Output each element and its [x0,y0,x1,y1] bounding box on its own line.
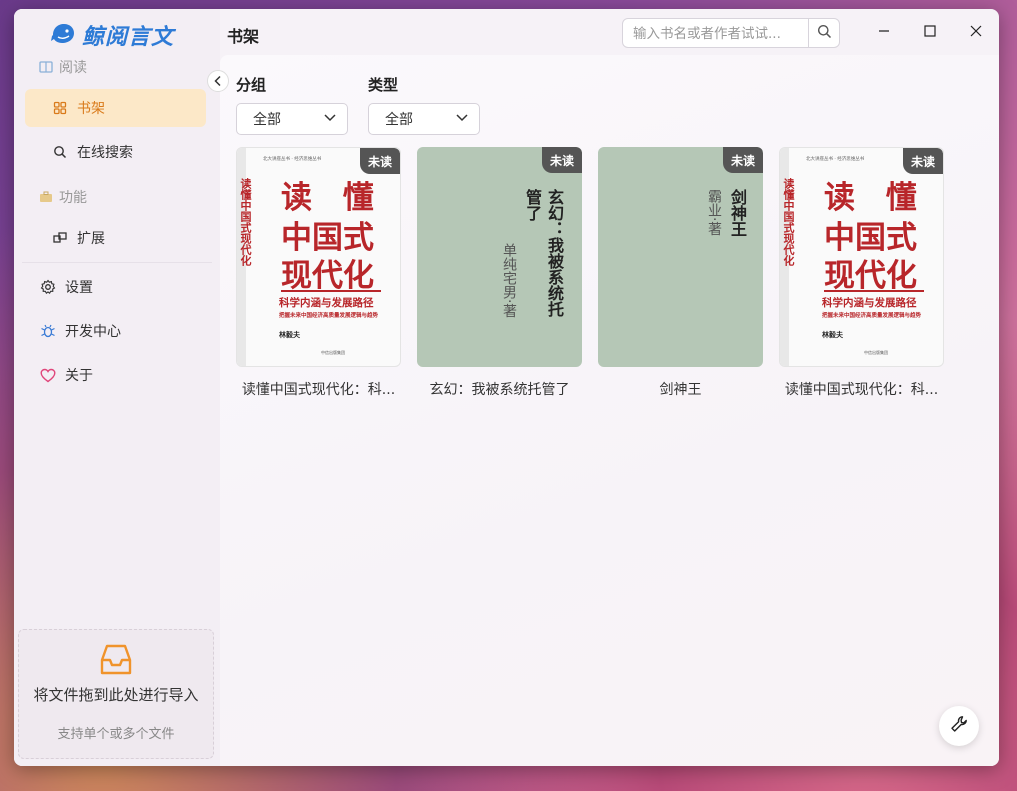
book-cover[interactable]: 读懂中国式现代化 北大讲座丛书 · 经济思维丛书 读 懂 中国式 现代化 科学内… [236,147,401,367]
section-reading: 阅读 [39,57,87,77]
main-content: 分组 类型 全部 全部 读懂中国式现代化 北大讲座丛书 · 经济思维丛书 读 懂… [220,55,999,766]
cover-title-col2: 管了 [523,189,542,221]
book-title[interactable]: 读懂中国式现代化：科... [779,379,944,399]
unread-badge: 未读 [722,147,763,173]
search-button[interactable] [808,19,839,47]
close-icon [970,22,982,41]
heart-icon [39,366,57,384]
chevron-down-icon [455,111,469,127]
cover-author: 霸业·著 [706,189,722,236]
cover-spine-text: 读懂中国式现代化 [782,178,795,266]
type-filter-label: 类型 [368,76,399,94]
app-logo: 鲸阅言文 [50,19,174,51]
sidebar-item-extensions[interactable]: 扩展 [25,219,206,257]
wrench-icon [950,715,968,737]
unread-badge: 未读 [359,148,400,174]
tools-fab-button[interactable] [939,706,979,746]
collapse-sidebar-button[interactable] [207,70,229,92]
cover-spine-text: 读懂中国式现代化 [239,178,252,266]
book-cover[interactable]: 读懂中国式现代化 北大讲座丛书 · 经济思维丛书 读 懂 中国式 现代化 科学内… [779,147,944,367]
close-button[interactable] [964,21,988,41]
dropzone-title: 将文件拖到此处进行导入 [33,686,199,704]
search-input[interactable] [631,23,805,45]
sidebar-item-online-search[interactable]: 在线搜索 [25,133,206,171]
cover-title-col1: 玄幻：我被系统托 [545,189,564,317]
book-card[interactable]: 玄幻：我被系统托 管了 单纯宅男·著 未读 玄幻：我被系统托管了 [417,147,582,399]
chevron-down-icon [323,111,337,127]
sidebar-divider [22,262,212,263]
import-dropzone[interactable]: 将文件拖到此处进行导入 支持单个或多个文件 [18,629,214,759]
group-select-value: 全部 [253,112,281,128]
extension-icon [51,229,69,247]
bug-icon [39,322,57,340]
sidebar-item-label: 在线搜索 [77,145,133,161]
sidebar-item-label: 关于 [65,368,93,384]
cover-line1: 读 懂 [281,180,384,216]
cover-publisher: 中信出版集团 [321,350,345,355]
book-title[interactable]: 读懂中国式现代化：科... [236,379,401,399]
cover-publisher: 中信出版集团 [864,350,888,355]
cover-series: 北大讲座丛书 · 经济思维丛书 [806,157,865,162]
unread-badge: 未读 [541,147,582,173]
bookshelf-icon [51,99,69,117]
type-select-value: 全部 [385,112,413,128]
cover-subtitle: 科学内涵与发展路径 [822,297,917,309]
unread-badge: 未读 [902,148,943,174]
search-icon [51,143,69,161]
section-reading-label: 阅读 [59,60,87,76]
book-card[interactable]: 读懂中国式现代化 北大讲座丛书 · 经济思维丛书 读 懂 中国式 现代化 科学内… [236,147,401,399]
cover-subtitle2: 把握未来中国经济高质量发展逻辑与趋势 [279,313,379,319]
sidebar: 阅读 书架 在线搜索 功能 扩展 设置 开发中心 关于 将文件拖到此处进行导入 … [14,9,220,766]
section-features: 功能 [39,187,87,207]
search-icon [817,24,832,43]
maximize-icon [924,22,936,41]
sidebar-item-label: 书架 [77,101,105,117]
cover-line3: 现代化 [824,258,917,294]
search-box [622,18,840,48]
sidebar-item-label: 开发中心 [65,324,121,340]
book-title[interactable]: 剑神王 [598,379,763,399]
book-icon [39,60,53,74]
toolbox-icon [39,190,53,204]
sidebar-item-label: 设置 [65,280,93,296]
sidebar-item-about[interactable]: 关于 [25,356,206,394]
sidebar-item-dev-center[interactable]: 开发中心 [25,312,206,350]
inbox-icon [19,640,213,678]
cover-author: 林毅夫 [279,331,300,339]
sidebar-item-label: 扩展 [77,231,105,247]
cover-title-col1: 剑神王 [728,189,747,237]
book-title[interactable]: 玄幻：我被系统托管了 [417,379,582,399]
cover-line1: 读 懂 [824,180,927,216]
cover-author: 单纯宅男·著 [501,243,517,318]
chevron-left-icon [213,72,223,91]
cover-author: 林毅夫 [822,331,843,339]
whale-logo-icon [50,20,76,50]
minimize-icon [878,22,890,41]
app-window: 阅读 书架 在线搜索 功能 扩展 设置 开发中心 关于 将文件拖到此处进行导入 … [14,9,999,766]
book-card[interactable]: 剑神王 霸业·著 未读 剑神王 [598,147,763,399]
title-bar: 鲸阅言文 书架 [14,9,999,55]
sidebar-item-settings[interactable]: 设置 [25,268,206,306]
group-select[interactable]: 全部 [236,103,348,135]
cover-line3: 现代化 [281,258,374,294]
cover-subtitle: 科学内涵与发展路径 [279,297,374,309]
group-filter-label: 分组 [236,76,267,94]
gear-icon [39,278,57,296]
cover-series: 北大讲座丛书 · 经济思维丛书 [263,157,322,162]
book-cover[interactable]: 玄幻：我被系统托 管了 单纯宅男·著 未读 [417,147,582,367]
section-features-label: 功能 [59,190,87,206]
book-cover[interactable]: 剑神王 霸业·著 未读 [598,147,763,367]
sidebar-item-bookshelf[interactable]: 书架 [25,89,206,127]
dropzone-hint: 支持单个或多个文件 [57,727,175,742]
app-name: 鲸阅言文 [82,25,175,50]
page-title: 书架 [227,27,260,46]
maximize-button[interactable] [918,21,942,41]
minimize-button[interactable] [872,21,896,41]
cover-subtitle2: 把握未来中国经济高质量发展逻辑与趋势 [822,313,922,319]
book-card[interactable]: 读懂中国式现代化 北大讲座丛书 · 经济思维丛书 读 懂 中国式 现代化 科学内… [779,147,944,399]
type-select[interactable]: 全部 [368,103,480,135]
